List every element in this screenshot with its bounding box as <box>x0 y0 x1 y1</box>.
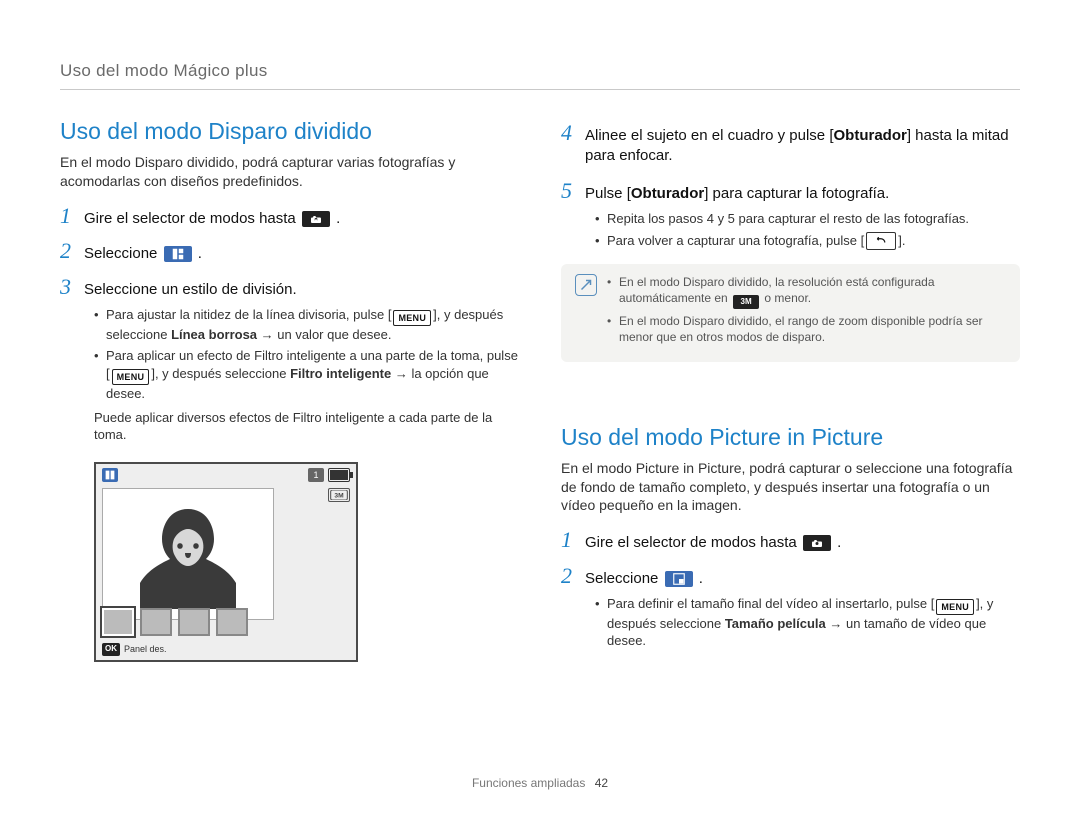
pip-step-1: 1 Gire el selector de modos hasta . <box>561 525 1020 555</box>
note-list: En el modo Disparo dividido, la resoluci… <box>607 274 1006 350</box>
footer-section: Funciones ampliadas <box>472 776 585 790</box>
bullet-item: Para ajustar la nitidez de la línea divi… <box>94 306 519 344</box>
step-number: 1 <box>60 201 76 231</box>
step-2: 2 Seleccione . <box>60 236 519 266</box>
step-number: 3 <box>60 272 76 302</box>
note-text: o menor. <box>764 291 811 305</box>
portrait-silhouette-icon <box>128 499 248 609</box>
step-text: Seleccione <box>585 570 658 587</box>
step-5: 5 Pulse [Obturador] para capturar la fot… <box>561 176 1020 206</box>
step-number: 1 <box>561 525 577 555</box>
mode-dial-icon <box>302 211 330 227</box>
bullet-text: Para volver a capturar una fotografía, p… <box>607 233 864 248</box>
menu-icon: MENU <box>112 369 150 385</box>
bold-term: Filtro inteligente <box>290 366 391 381</box>
bullet-text: → un valor que desee. <box>257 327 391 342</box>
pip-step-2-bullets: Para definir el tamaño final del vídeo a… <box>595 595 1020 650</box>
page-header: Uso del modo Mágico plus <box>60 60 1020 90</box>
back-icon <box>866 232 896 250</box>
bold-term: Obturador <box>631 185 704 202</box>
step-number: 2 <box>60 236 76 266</box>
count-indicator: 1 <box>308 468 324 482</box>
bullet-item: Para definir el tamaño final del vídeo a… <box>595 595 1020 650</box>
battery-icon <box>328 468 350 482</box>
note-item: En el modo Disparo dividido, el rango de… <box>607 313 1006 345</box>
ok-key-icon: OK <box>102 643 120 656</box>
step-text: ] para capturar la fotografía. <box>704 185 889 202</box>
step-text-after: . <box>837 534 841 551</box>
step-text: Pulse [ <box>585 185 631 202</box>
layout-option-2col <box>102 608 134 636</box>
bullet-item: Repita los pasos 4 y 5 para capturar el … <box>595 210 1020 228</box>
note-item: En el modo Disparo dividido, la resoluci… <box>607 274 1006 310</box>
cam-footer-label: Panel des. <box>124 643 167 655</box>
manual-page: Uso del modo Mágico plus Uso del modo Di… <box>0 0 1080 815</box>
section-heading-pip: Uso del modo Picture in Picture <box>561 422 1020 453</box>
section-heading-split-shot: Uso del modo Disparo dividido <box>60 116 519 147</box>
bold-term: Línea borrosa <box>171 327 257 342</box>
step-body: Alinee el sujeto en el cuadro y pulse [O… <box>585 126 1020 167</box>
mode-dial-icon <box>803 535 831 551</box>
bullet-item: Para volver a capturar una fotografía, p… <box>595 232 1020 250</box>
step-text-after: . <box>336 210 340 227</box>
bullet-item: Para aplicar un efecto de Filtro intelig… <box>94 347 519 402</box>
step-text: Seleccione <box>84 245 157 262</box>
pip-step-2: 2 Seleccione . <box>561 561 1020 591</box>
menu-icon: MENU <box>393 310 431 326</box>
cam-right-indicators: 3M <box>328 488 350 502</box>
step-3: 3 Seleccione un estilo de división. <box>60 272 519 302</box>
step-text-after: . <box>198 245 202 262</box>
step-4: 4 Alinee el sujeto en el cuadro y pulse … <box>561 118 1020 167</box>
right-column: 4 Alinee el sujeto en el cuadro y pulse … <box>561 112 1020 662</box>
section-intro: En el modo Disparo dividido, podrá captu… <box>60 153 519 191</box>
step-1: 1 Gire el selector de modos hasta . <box>60 201 519 231</box>
bold-term: Obturador <box>834 127 907 144</box>
step-body: Pulse [Obturador] para capturar la fotog… <box>585 184 1020 204</box>
menu-icon: MENU <box>936 599 974 615</box>
step-body: Seleccione . <box>585 569 1020 589</box>
cam-preview-pane <box>102 488 274 620</box>
left-column: Uso del modo Disparo dividido En el modo… <box>60 112 519 662</box>
cam-topbar: 1 <box>96 464 356 486</box>
layout-option-3col <box>140 608 172 636</box>
step-number: 2 <box>561 561 577 591</box>
camera-screen-illustration: 1 3M <box>94 462 358 662</box>
step-3-bullets: Para ajustar la nitidez de la línea divi… <box>94 306 519 403</box>
resolution-indicator: 3M <box>328 488 350 502</box>
pip-icon <box>665 571 693 587</box>
note-box: En el modo Disparo dividido, la resoluci… <box>561 264 1020 362</box>
bullet-text: ], y después seleccione <box>151 366 286 381</box>
layout-option-2row <box>178 608 210 636</box>
step-text: Gire el selector de modos hasta <box>585 534 797 551</box>
svg-text:3M: 3M <box>334 492 344 499</box>
step-text: Alinee el sujeto en el cuadro y pulse [ <box>585 127 834 144</box>
page-footer: Funciones ampliadas 42 <box>0 775 1080 791</box>
layout-option-3row <box>216 608 248 636</box>
bold-term: Tamaño película <box>725 616 826 631</box>
section-intro: En el modo Picture in Picture, podrá cap… <box>561 459 1020 516</box>
step-3-tail: Puede aplicar diversos efectos de Filtro… <box>94 409 519 444</box>
note-icon <box>575 274 597 296</box>
resolution-icon: 3M <box>733 295 759 309</box>
bullet-text: ]. <box>898 233 905 248</box>
step-body: Gire el selector de modos hasta . <box>585 533 1020 553</box>
layout-options <box>102 608 248 636</box>
two-column-layout: Uso del modo Disparo dividido En el modo… <box>60 112 1020 662</box>
cam-footer: OK Panel des. <box>102 643 167 656</box>
step-number: 5 <box>561 176 577 206</box>
bullet-text: Para definir el tamaño final del vídeo a… <box>607 596 934 611</box>
page-number: 42 <box>595 776 608 790</box>
split-indicator-icon <box>102 468 118 482</box>
step-text: Gire el selector de modos hasta <box>84 210 296 227</box>
step-number: 4 <box>561 118 577 148</box>
split-shot-icon <box>164 246 192 262</box>
bullet-text: Para ajustar la nitidez de la línea divi… <box>106 307 391 322</box>
step-5-bullets: Repita los pasos 4 y 5 para capturar el … <box>595 210 1020 250</box>
step-body: Seleccione . <box>84 244 519 264</box>
step-text-after: . <box>699 570 703 587</box>
step-body: Seleccione un estilo de división. <box>84 280 519 300</box>
step-body: Gire el selector de modos hasta . <box>84 209 519 229</box>
